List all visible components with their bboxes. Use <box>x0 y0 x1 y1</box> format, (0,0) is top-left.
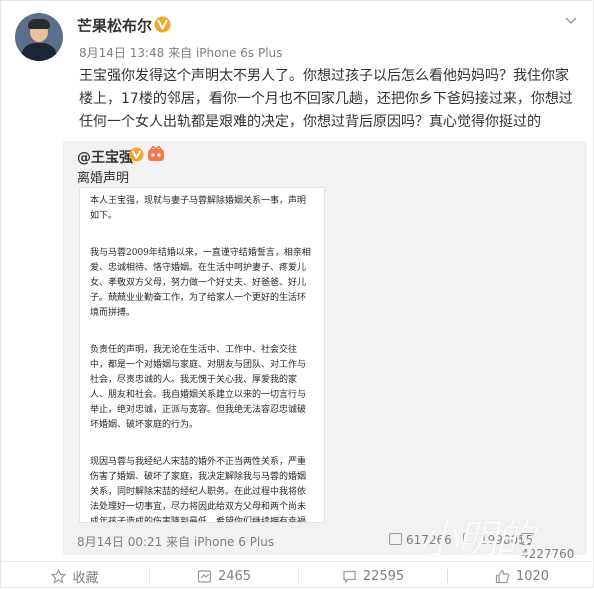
comment-icon <box>343 570 356 583</box>
statement-paragraph: 我与马蓉2009年结婚以来，一直谨守结婚誓言，相亲相爱、忠诚相待、恪守婚姻。在生… <box>90 248 311 318</box>
statement-paragraph: 现因马蓉与我经纪人宋喆的婚外不正当两性关系，严重伤害了婚姻、破坏了家庭，我决定解… <box>90 457 307 523</box>
post-meta: 8月14日 13:48 来自 iPhone 6s Plus <box>79 46 283 60</box>
repost-icon <box>197 569 212 583</box>
watermark: 小明的 <box>419 517 535 563</box>
repost-text: 离婚声明 <box>77 171 130 186</box>
thumbs-up-icon <box>495 569 510 583</box>
star-icon <box>51 568 67 584</box>
favorite-button[interactable]: 收藏 <box>1 562 149 590</box>
repost-button-count: 2465 <box>217 568 252 584</box>
repost-author-link[interactable]: @王宝强 <box>77 147 133 167</box>
comment-button[interactable]: 22595 <box>299 562 447 590</box>
comment-button-count: 22595 <box>362 568 405 584</box>
post-text: 王宝强你发得这个声明太不男人了。你想过孩子以后怎么看他妈妈吗？我住你家楼上，17… <box>79 68 573 130</box>
chevron-down-icon[interactable] <box>563 13 579 29</box>
like-button-count: 1020 <box>515 568 550 584</box>
repost-icon <box>389 533 402 545</box>
statement-paragraph: 负责任的声明，我无论在生活中、工作中、社会交往中，都是一个对婚姻与家庭、对朋友与… <box>90 345 307 430</box>
user-avatar[interactable] <box>15 13 63 61</box>
statement-paragraph: 本人王宝强，现就与妻子马蓉解除婚姻关系一事，声明如下。 <box>90 196 307 221</box>
member-crown-icon <box>148 146 164 161</box>
statement-image[interactable]: 本人王宝强，现就与妻子马蓉解除婚姻关系一事，声明如下。 我与马蓉2009年结婚以… <box>79 187 325 523</box>
verified-badge-icon <box>129 147 144 162</box>
repost-meta: 8月14日 00:21 来自 iPhone 6 Plus <box>77 535 275 549</box>
verified-badge-icon <box>154 16 171 33</box>
post-username[interactable]: 芒果松布尔 <box>77 15 152 36</box>
like-button[interactable]: 1020 <box>448 562 594 590</box>
favorite-label: 收藏 <box>72 570 99 586</box>
weibo-post-card: 芒果松布尔 8月14日 13:48 来自 iPhone 6s Plus 王宝强你… <box>0 0 594 588</box>
action-bar: 收藏 2465 22595 1020 <box>1 561 594 589</box>
reposted-weibo[interactable]: @王宝强 离婚声明 本人王宝强，现就与妻子马蓉解除婚姻关系一事，声明如下。 我与… <box>63 141 587 561</box>
repost-button[interactable]: 2465 <box>150 562 298 590</box>
